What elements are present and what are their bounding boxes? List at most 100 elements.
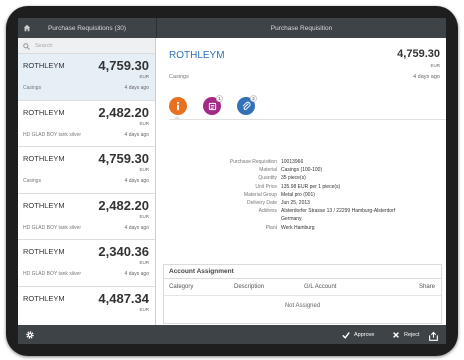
list-item-currency: EUR (139, 260, 149, 265)
icon-tab-bar: 1 2 (169, 94, 446, 144)
fact-row: Material Casings (100-100) (157, 166, 446, 174)
column-description: Description (234, 284, 265, 290)
reject-label: Reject (404, 331, 420, 338)
list-item-name: ROTHLEYM (23, 200, 65, 210)
fact-label: Delivery Date (246, 200, 277, 207)
search-icon (23, 38, 30, 55)
screen: Purchase Requisitions (30) Purchase Requ… (18, 18, 446, 344)
detail-amount: 4,759.30 (397, 48, 440, 60)
notes-count-badge: 1 (216, 95, 223, 102)
list-item-name: ROTHLEYM (23, 107, 65, 117)
requisition-facts: Purchase Requisition 10013966 Material Casi… (157, 158, 446, 232)
fact-row: Address Alsterdorfer Strasse 13 / 22299 H… (157, 207, 446, 215)
detail-requester: ROTHLEYM (169, 50, 225, 61)
approve-label: Approve (354, 331, 375, 338)
fact-row: Material Group Metal pro (001) (157, 191, 446, 199)
list-item-name: ROTHLEYM (23, 61, 65, 70)
attachment-count-badge: 2 (250, 95, 257, 102)
home-icon[interactable] (18, 24, 36, 32)
top-bar: Purchase Requisitions (30) Purchase Requ… (18, 18, 446, 38)
list-item-subtitle: HD GLAD BOY tank silver (23, 224, 81, 231)
fact-row: Unit Price 135.98 EUR per 1 piece(s) (157, 183, 446, 191)
fact-value: Alsterdorfer Strasse 13 / 22299 Hamburg-… (281, 208, 396, 215)
fact-label: Quantity (258, 175, 277, 182)
fact-label: Address (258, 208, 277, 215)
list-item-age: 4 days ago (124, 131, 149, 138)
fact-value: Germany (281, 216, 302, 223)
fact-label: Material (259, 167, 277, 174)
list-item-amount: 2,340.36 (98, 244, 149, 259)
list-item-age: 4 days ago (124, 224, 149, 231)
checkmark-icon (342, 331, 350, 339)
detail-subtitle: Casings (169, 74, 189, 80)
list-item-currency: EUR (139, 167, 149, 172)
search-placeholder: Search (35, 42, 53, 49)
detail-age: 4 days ago (413, 74, 440, 80)
notes-icon[interactable]: 1 (203, 95, 223, 115)
fact-label: Plant (265, 224, 277, 231)
column-category: Category (169, 284, 194, 290)
list-item-amount: 2,482.20 (98, 197, 149, 213)
list-item-amount: 4,759.30 (98, 58, 149, 73)
list-item-name: ROTHLEYM (23, 247, 65, 256)
approve-button[interactable]: Approve (342, 328, 375, 341)
gear-icon[interactable] (24, 329, 35, 340)
account-assignment-empty: Not Assigned (284, 303, 321, 309)
account-assignment-title: Account Assignment (164, 265, 441, 279)
reject-button[interactable]: Reject (392, 328, 420, 341)
column-gl-account: G/L Account (304, 284, 337, 290)
list-item-currency: EUR (139, 306, 149, 312)
master-title: Purchase Requisitions (30) (47, 24, 127, 32)
list-item-subtitle: Casings (23, 178, 42, 184)
list-item-currency: EUR (139, 213, 149, 219)
info-icon[interactable] (169, 97, 187, 115)
list-item[interactable]: ROTHLEYM 4,759.30 EUR Casings 4 days ago (18, 54, 155, 101)
list-item[interactable]: ROTHLEYM 2,340.36 EUR HD GLAD BOY tank silv… (18, 240, 155, 287)
list-item[interactable]: ROTHLEYM 4,487.34 EUR (18, 286, 155, 325)
close-icon (393, 331, 399, 338)
list-item-subtitle: Casings (23, 85, 42, 91)
fact-row: Delivery Date Jun 25, 2013 (157, 199, 446, 207)
detail-currency: EUR (430, 63, 440, 68)
fact-row: Germany (157, 215, 446, 223)
list-item-subtitle: HD GLAD BOY tank silver (23, 131, 81, 138)
fact-value: Werk Hamburg (281, 224, 315, 231)
list-item-amount: 4,759.30 (98, 151, 149, 166)
fact-row: Purchase Requisition 10013966 (157, 158, 446, 166)
list-item-amount: 2,482.20 (98, 104, 149, 120)
list-item-amount: 4,487.34 (98, 290, 149, 306)
fact-row: Quantity 35 piece(s) (157, 174, 446, 182)
list-item-name: ROTHLEYM (23, 293, 65, 303)
list-item-currency: EUR (139, 74, 149, 79)
list-item-age: 4 days ago (124, 85, 149, 91)
account-assignment-table: Account Assignment Category Description … (163, 264, 442, 324)
detail-pane: ROTHLEYM 4,759.30 EUR Casings 4 days ago… (157, 38, 446, 325)
list-item-subtitle: HD GLAD BOY tank silver (23, 271, 81, 277)
fact-value: 10013966 (281, 159, 304, 166)
attachment-icon[interactable]: 2 (237, 95, 257, 115)
column-share: Share (418, 284, 435, 290)
detail-title: Purchase Requisition (156, 18, 446, 38)
fact-value: Jun 25, 2013 (281, 200, 310, 207)
share-icon[interactable] (428, 329, 439, 341)
account-assignment-header: Category Description G/L Account Share (164, 279, 441, 296)
fact-row: Plant Werk Hamburg (157, 224, 446, 232)
list-item-name: ROTHLEYM (23, 154, 65, 163)
list-item[interactable]: ROTHLEYM 4,759.30 EUR Casings 4 days ago (18, 147, 155, 194)
tab-divider (169, 119, 446, 120)
list-item[interactable]: ROTHLEYM 2,482.20 EUR HD GLAD BOY tank silv… (18, 193, 155, 240)
list-item-currency: EUR (139, 120, 149, 126)
fact-label: Unit Price (255, 183, 277, 190)
fact-label: Material Group (243, 191, 277, 198)
list-item[interactable]: ROTHLEYM 2,482.20 EUR HD GLAD BOY tank silv… (18, 100, 155, 147)
list-item-age: 4 days ago (124, 271, 149, 277)
master-header: Purchase Requisitions (30) (18, 18, 156, 38)
footer-toolbar: Approve Reject (18, 325, 446, 344)
fact-label: Purchase Requisition (229, 159, 277, 166)
fact-value: 35 piece(s) (281, 175, 306, 182)
fact-value: Metal pro (001) (281, 191, 315, 198)
fact-value: 135.98 EUR per 1 piece(s) (281, 183, 341, 190)
list-item-age: 4 days ago (124, 178, 149, 184)
search-field[interactable]: Search (18, 38, 155, 54)
master-list: Search ROTHLEYM 4,759.30 EUR Casings 4 days … (18, 38, 156, 325)
